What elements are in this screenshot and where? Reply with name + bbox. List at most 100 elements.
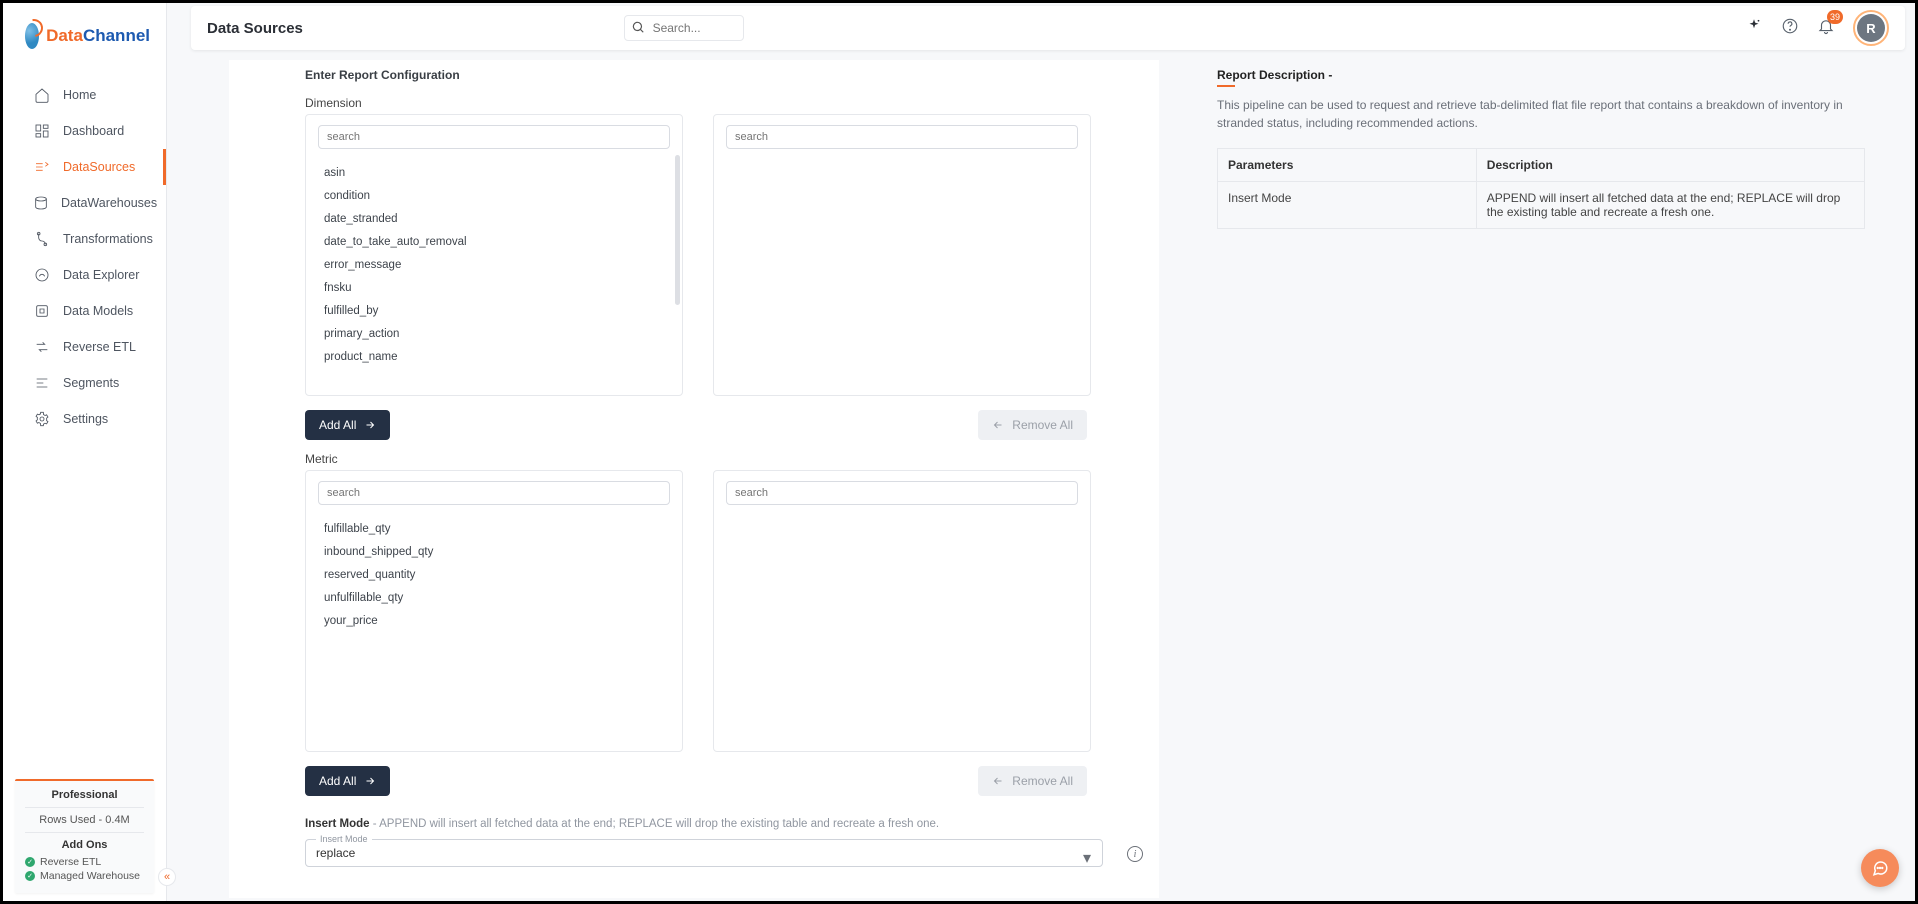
remove-all-dimensions-button[interactable]: Remove All — [978, 410, 1087, 440]
arrow-left-icon — [992, 419, 1004, 431]
home-icon — [33, 86, 51, 104]
metric-available-list: fulfillable_qty inbound_shipped_qty rese… — [305, 470, 683, 752]
sidebar-item-label: Settings — [63, 412, 108, 426]
sidebar-item-label: Transformations — [63, 232, 153, 246]
sidebar-item-datasources[interactable]: DataSources — [3, 149, 166, 185]
insert-mode-label: Insert Mode - APPEND will insert all fet… — [229, 808, 1159, 834]
report-description-panel: Report Description - This pipeline can b… — [1193, 60, 1895, 229]
dimension-label: Dimension — [229, 88, 1159, 114]
global-search — [624, 15, 744, 41]
transform-icon — [33, 230, 51, 248]
list-item[interactable]: unfulfillable_qty — [306, 586, 682, 609]
collapse-sidebar-button[interactable]: « — [158, 868, 176, 886]
brand-logo[interactable]: DataChannel — [3, 3, 166, 71]
remove-all-metrics-button[interactable]: Remove All — [978, 766, 1087, 796]
segments-icon — [33, 374, 51, 392]
metric-available-body[interactable]: fulfillable_qty inbound_shipped_qty rese… — [306, 513, 682, 751]
td-desc: APPEND will insert all fetched data at t… — [1476, 182, 1864, 229]
chevron-down-icon: ▾ — [1083, 848, 1091, 868]
sidebar-item-datawarehouses[interactable]: DataWarehouses — [3, 185, 166, 221]
sidebar-item-home[interactable]: Home — [3, 77, 166, 113]
list-item[interactable]: date_stranded — [306, 207, 682, 230]
insert-mode-select[interactable]: Insert Mode replace ▾ i — [305, 834, 1103, 867]
metric-selected-body[interactable] — [714, 513, 1090, 751]
sidebar-item-segments[interactable]: Segments — [3, 365, 166, 401]
metric-label: Metric — [229, 452, 1159, 470]
bell-icon[interactable]: 39 — [1817, 17, 1835, 40]
list-item[interactable]: fulfillable_qty — [306, 517, 682, 540]
models-icon — [33, 302, 51, 320]
sidebar-item-settings[interactable]: Settings — [3, 401, 166, 437]
sidebar-item-label: DataWarehouses — [61, 196, 157, 210]
list-item[interactable]: product_name — [306, 345, 682, 368]
metric-selected-search-input[interactable] — [726, 481, 1078, 505]
sidebar-item-transformations[interactable]: Transformations — [3, 221, 166, 257]
sidebar-item-reverse-etl[interactable]: Reverse ETL — [3, 329, 166, 365]
notification-badge: 39 — [1827, 10, 1843, 24]
gear-icon — [33, 410, 51, 428]
sidebar-item-data-explorer[interactable]: Data Explorer — [3, 257, 166, 293]
chat-bubble-button[interactable] — [1861, 849, 1899, 887]
sidebar-item-label: Data Models — [63, 304, 133, 318]
ai-sparkle-icon[interactable] — [1745, 17, 1763, 40]
sidebar-item-dashboard[interactable]: Dashboard — [3, 113, 166, 149]
list-item[interactable]: fulfilled_by — [306, 299, 682, 322]
list-item[interactable]: fnsku — [306, 276, 682, 299]
arrow-right-icon — [364, 419, 376, 431]
list-item[interactable]: primary_action — [306, 322, 682, 345]
list-item[interactable]: inbound_shipped_qty — [306, 540, 682, 563]
list-item[interactable]: condition — [306, 184, 682, 207]
warehouse-icon — [33, 194, 49, 212]
explorer-icon — [33, 266, 51, 284]
sidebar-item-label: DataSources — [63, 160, 135, 174]
list-item[interactable]: date_to_take_auto_removal — [306, 230, 682, 253]
check-icon: ✓ — [25, 871, 35, 881]
plan-name: Professional — [25, 789, 144, 808]
dimension-selected-search-input[interactable] — [726, 125, 1078, 149]
insert-mode-value: replace — [316, 844, 1092, 860]
header-actions: 39 R — [1745, 10, 1889, 46]
list-item[interactable]: asin — [306, 161, 682, 184]
dimension-selected-body[interactable] — [714, 157, 1090, 395]
arrow-right-icon — [364, 775, 376, 787]
chat-icon — [1871, 859, 1889, 877]
section-title: Enter Report Configuration — [229, 68, 1159, 88]
scrollbar-thumb[interactable] — [675, 155, 680, 305]
sidebar-item-label: Data Explorer — [63, 268, 139, 282]
sidebar-item-data-models[interactable]: Data Models — [3, 293, 166, 329]
sidebar-item-label: Dashboard — [63, 124, 124, 138]
list-item[interactable]: error_message — [306, 253, 682, 276]
parameters-table: Parameters Description Insert Mode APPEN… — [1217, 148, 1865, 229]
brand-text: DataChannel — [46, 26, 150, 46]
report-description-title: Report Description - — [1217, 68, 1865, 82]
dimension-available-body[interactable]: asin condition date_stranded date_to_tak… — [306, 157, 682, 395]
table-row: Insert Mode APPEND will insert all fetch… — [1218, 182, 1865, 229]
help-icon[interactable] — [1781, 17, 1799, 40]
sidebar-nav: Home Dashboard DataSources DataWarehouse… — [3, 71, 166, 771]
th-parameters: Parameters — [1218, 149, 1477, 182]
config-panel: Enter Report Configuration Dimension asi… — [229, 60, 1159, 898]
metric-selected-list — [713, 470, 1091, 752]
add-all-dimensions-button[interactable]: Add All — [305, 410, 390, 440]
report-description-text: This pipeline can be used to request and… — [1217, 96, 1865, 132]
add-all-metrics-button[interactable]: Add All — [305, 766, 390, 796]
td-param: Insert Mode — [1218, 182, 1477, 229]
dimension-search-input[interactable] — [318, 125, 670, 149]
avatar-ring: R — [1853, 10, 1889, 46]
sidebar-item-label: Reverse ETL — [63, 340, 136, 354]
sidebar-item-label: Segments — [63, 376, 119, 390]
list-item[interactable]: your_price — [306, 609, 682, 632]
info-icon[interactable]: i — [1127, 846, 1143, 862]
check-icon: ✓ — [25, 857, 35, 867]
avatar[interactable]: R — [1857, 14, 1885, 42]
dashboard-icon — [33, 122, 51, 140]
metric-search-input[interactable] — [318, 481, 670, 505]
datasource-icon — [33, 158, 51, 176]
th-description: Description — [1476, 149, 1864, 182]
search-icon — [631, 20, 645, 39]
plan-card: Professional Rows Used - 0.4M Add Ons ✓R… — [15, 779, 154, 893]
metric-button-row: Add All Remove All — [229, 752, 1121, 808]
arrow-left-icon — [992, 775, 1004, 787]
plan-addons-title: Add Ons — [25, 833, 144, 855]
list-item[interactable]: reserved_quantity — [306, 563, 682, 586]
